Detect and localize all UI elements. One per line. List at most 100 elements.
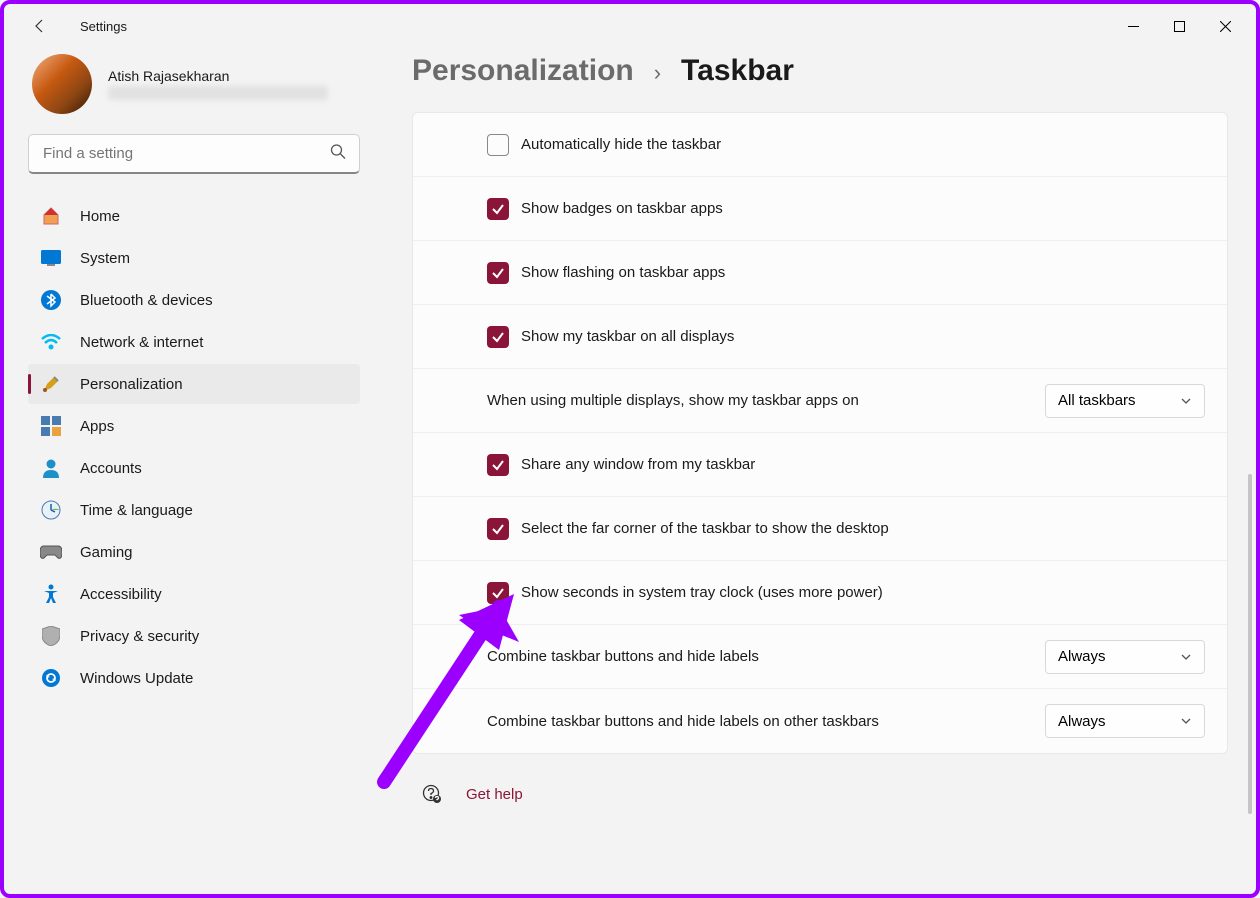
nav-label: Network & internet xyxy=(80,334,203,351)
nav-apps[interactable]: Apps xyxy=(28,406,360,446)
check-icon xyxy=(491,586,505,600)
dropdown-value: All taskbars xyxy=(1058,392,1136,409)
nav-label: Gaming xyxy=(80,544,133,561)
avatar xyxy=(32,54,92,114)
maximize-button[interactable] xyxy=(1156,10,1202,42)
help-icon xyxy=(422,784,442,804)
chevron-down-icon xyxy=(1180,395,1192,407)
network-icon xyxy=(40,331,62,353)
setting-label: Show my taskbar on all displays xyxy=(521,328,734,345)
checkbox-flashing[interactable] xyxy=(487,262,509,284)
main-content: Personalization › Taskbar Automatically … xyxy=(384,48,1256,894)
checkbox-far-corner[interactable] xyxy=(487,518,509,540)
nav-home[interactable]: Home xyxy=(28,196,360,236)
setting-badges: Show badges on taskbar apps xyxy=(413,177,1227,241)
time-icon xyxy=(40,499,62,521)
check-icon xyxy=(491,522,505,536)
arrow-left-icon xyxy=(32,18,48,34)
dropdown-value: Always xyxy=(1058,648,1106,665)
user-email-redacted xyxy=(108,86,328,100)
dropdown-value: Always xyxy=(1058,713,1106,730)
nav-bluetooth[interactable]: Bluetooth & devices xyxy=(28,280,360,320)
nav-label: Bluetooth & devices xyxy=(80,292,213,309)
page-title: Taskbar xyxy=(681,54,794,88)
dropdown-multi-display[interactable]: All taskbars xyxy=(1045,384,1205,418)
setting-label: Combine taskbar buttons and hide labels … xyxy=(487,713,879,730)
setting-auto-hide: Automatically hide the taskbar xyxy=(413,113,1227,177)
nav-system[interactable]: System xyxy=(28,238,360,278)
setting-label: Show badges on taskbar apps xyxy=(521,200,723,217)
gaming-icon xyxy=(40,541,62,563)
user-section[interactable]: Atish Rajasekharan xyxy=(28,54,360,114)
help-link[interactable]: Get help xyxy=(412,784,1228,804)
setting-label: Show seconds in system tray clock (uses … xyxy=(521,584,883,601)
checkbox-all-displays[interactable] xyxy=(487,326,509,348)
check-icon xyxy=(491,330,505,344)
nav-accounts[interactable]: Accounts xyxy=(28,448,360,488)
dropdown-combine-other[interactable]: Always xyxy=(1045,704,1205,738)
search-input[interactable] xyxy=(28,134,360,174)
breadcrumb: Personalization › Taskbar xyxy=(412,54,1228,88)
help-label: Get help xyxy=(466,786,523,803)
setting-share-window: Share any window from my taskbar xyxy=(413,433,1227,497)
nav-label: Apps xyxy=(80,418,114,435)
checkbox-show-seconds[interactable] xyxy=(487,582,509,604)
checkbox-badges[interactable] xyxy=(487,198,509,220)
setting-flashing: Show flashing on taskbar apps xyxy=(413,241,1227,305)
nav-label: Time & language xyxy=(80,502,193,519)
home-icon xyxy=(40,205,62,227)
checkbox-share-window[interactable] xyxy=(487,454,509,476)
close-icon xyxy=(1220,21,1231,32)
setting-show-seconds: Show seconds in system tray clock (uses … xyxy=(413,561,1227,625)
nav-personalization[interactable]: Personalization xyxy=(28,364,360,404)
personalization-icon xyxy=(40,373,62,395)
setting-combine-buttons: Combine taskbar buttons and hide labels … xyxy=(413,625,1227,689)
nav-label: Privacy & security xyxy=(80,628,199,645)
close-button[interactable] xyxy=(1202,10,1248,42)
nav-label: System xyxy=(80,250,130,267)
chevron-down-icon xyxy=(1180,715,1192,727)
breadcrumb-parent[interactable]: Personalization xyxy=(412,54,634,88)
sidebar: Atish Rajasekharan Home System Bluetooth… xyxy=(4,48,384,894)
checkbox-auto-hide[interactable] xyxy=(487,134,509,156)
chevron-right-icon: › xyxy=(654,60,661,86)
search-icon xyxy=(330,144,346,165)
chevron-down-icon xyxy=(1180,651,1192,663)
apps-icon xyxy=(40,415,62,437)
setting-combine-other: Combine taskbar buttons and hide labels … xyxy=(413,689,1227,753)
dropdown-combine[interactable]: Always xyxy=(1045,640,1205,674)
nav-label: Home xyxy=(80,208,120,225)
minimize-button[interactable] xyxy=(1110,10,1156,42)
nav-label: Windows Update xyxy=(80,670,193,687)
privacy-icon xyxy=(40,625,62,647)
window-title: Settings xyxy=(80,19,127,34)
setting-label: When using multiple displays, show my ta… xyxy=(487,392,859,409)
bluetooth-icon xyxy=(40,289,62,311)
setting-multi-display: When using multiple displays, show my ta… xyxy=(413,369,1227,433)
user-name: Atish Rajasekharan xyxy=(108,68,328,84)
setting-label: Combine taskbar buttons and hide labels xyxy=(487,648,759,665)
accounts-icon xyxy=(40,457,62,479)
nav-network[interactable]: Network & internet xyxy=(28,322,360,362)
settings-panel: Automatically hide the taskbar Show badg… xyxy=(412,112,1228,754)
setting-label: Select the far corner of the taskbar to … xyxy=(521,520,889,537)
nav-update[interactable]: Windows Update xyxy=(28,658,360,698)
minimize-icon xyxy=(1128,21,1139,32)
search-box xyxy=(28,134,360,174)
scrollbar[interactable] xyxy=(1248,474,1252,814)
setting-all-displays: Show my taskbar on all displays xyxy=(413,305,1227,369)
nav-label: Personalization xyxy=(80,376,183,393)
titlebar: Settings xyxy=(4,4,1256,48)
check-icon xyxy=(491,266,505,280)
window-controls xyxy=(1110,10,1248,42)
setting-far-corner: Select the far corner of the taskbar to … xyxy=(413,497,1227,561)
back-button[interactable] xyxy=(20,6,60,46)
setting-label: Share any window from my taskbar xyxy=(521,456,755,473)
system-icon xyxy=(40,247,62,269)
setting-label: Show flashing on taskbar apps xyxy=(521,264,725,281)
nav-gaming[interactable]: Gaming xyxy=(28,532,360,572)
nav-time[interactable]: Time & language xyxy=(28,490,360,530)
nav-privacy[interactable]: Privacy & security xyxy=(28,616,360,656)
update-icon xyxy=(40,667,62,689)
nav-accessibility[interactable]: Accessibility xyxy=(28,574,360,614)
